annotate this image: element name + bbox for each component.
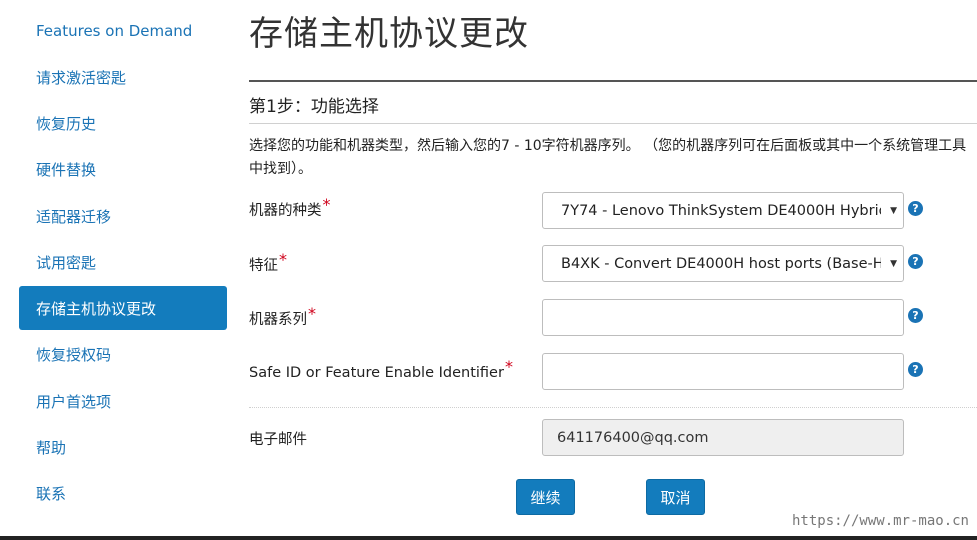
machine-serial-input[interactable] bbox=[542, 299, 904, 336]
instructions-text: 选择您的功能和机器类型，然后输入您的7 - 10字符机器序列。 （您的机器序列可… bbox=[249, 138, 967, 177]
feature-select[interactable]: B4XK - Convert DE4000H host ports (Base-… bbox=[542, 245, 904, 282]
nav-item-contact[interactable]: 联系 bbox=[19, 471, 227, 515]
watermark-url: https://www.mr-mao.cn bbox=[791, 513, 969, 529]
nav-item-recover-auth-code[interactable]: 恢复授权码 bbox=[19, 332, 227, 376]
nav-item-hardware-replacement[interactable]: 硬件替换 bbox=[19, 147, 227, 191]
help-icon[interactable]: ? bbox=[908, 362, 923, 377]
continue-button[interactable]: 继续 bbox=[516, 479, 575, 515]
machine-type-select[interactable]: 7Y74 - Lenovo ThinkSystem DE4000H Hybrid… bbox=[542, 192, 904, 229]
required-marker: * bbox=[504, 357, 513, 376]
safe-id-label: Safe ID or Feature Enable Identifier* bbox=[249, 357, 513, 381]
machine-type-label: 机器的种类* bbox=[249, 195, 331, 220]
required-marker: * bbox=[308, 304, 316, 323]
nav-item-storage-host-protocol-change[interactable]: 存储主机协议更改 bbox=[19, 286, 227, 330]
nav-item-features-on-demand[interactable]: Features on Demand bbox=[19, 9, 227, 53]
safe-id-label-text: Safe ID or Feature Enable Identifier bbox=[249, 365, 504, 381]
machine-serial-label: 机器系列* bbox=[249, 304, 316, 329]
step-title: 第1步：功能选择 bbox=[249, 97, 379, 117]
bottom-border bbox=[0, 536, 977, 540]
cancel-button[interactable]: 取消 bbox=[646, 479, 705, 515]
nav-item-adapter-migration[interactable]: 适配器迁移 bbox=[19, 194, 227, 238]
machine-type-selected-value: 7Y74 - Lenovo ThinkSystem DE4000H Hybrid bbox=[561, 202, 881, 219]
email-value: 641176400@qq.com bbox=[557, 429, 709, 446]
nav-item-request-activation-key[interactable]: 请求激活密匙 bbox=[19, 55, 227, 99]
feature-label: 特征* bbox=[249, 250, 287, 275]
safe-id-input[interactable] bbox=[542, 353, 904, 390]
help-icon[interactable]: ? bbox=[908, 308, 923, 323]
form-divider bbox=[249, 407, 977, 408]
required-marker: * bbox=[279, 250, 287, 269]
step-divider bbox=[249, 123, 977, 124]
feature-label-text: 特征 bbox=[249, 258, 278, 274]
email-label: 电子邮件 bbox=[249, 432, 307, 448]
required-marker: * bbox=[322, 195, 331, 214]
email-field: 641176400@qq.com bbox=[542, 419, 904, 456]
help-icon[interactable]: ? bbox=[908, 254, 923, 269]
feature-selected-value: B4XK - Convert DE4000H host ports (Base-… bbox=[561, 255, 881, 272]
chevron-down-icon: ▼ bbox=[886, 206, 897, 216]
title-divider bbox=[249, 80, 977, 82]
nav-item-help[interactable]: 帮助 bbox=[19, 425, 227, 469]
nav-item-user-preferences[interactable]: 用户首选项 bbox=[19, 379, 227, 423]
chevron-down-icon: ▼ bbox=[886, 259, 897, 269]
main-content: 存储主机协议更改 第1步：功能选择 选择您的功能和机器类型，然后输入您的7 - … bbox=[249, 0, 977, 540]
nav-item-retrieval-history[interactable]: 恢复历史 bbox=[19, 101, 227, 145]
nav-item-trial-key[interactable]: 试用密匙 bbox=[19, 240, 227, 284]
machine-serial-label-text: 机器系列 bbox=[249, 312, 307, 328]
machine-type-label-text: 机器的种类 bbox=[249, 203, 322, 219]
help-icon[interactable]: ? bbox=[908, 201, 923, 216]
sidebar-nav: Features on Demand 请求激活密匙 恢复历史 硬件替换 适配器迁… bbox=[0, 0, 235, 540]
page-title: 存储主机协议更改 bbox=[249, 14, 529, 54]
